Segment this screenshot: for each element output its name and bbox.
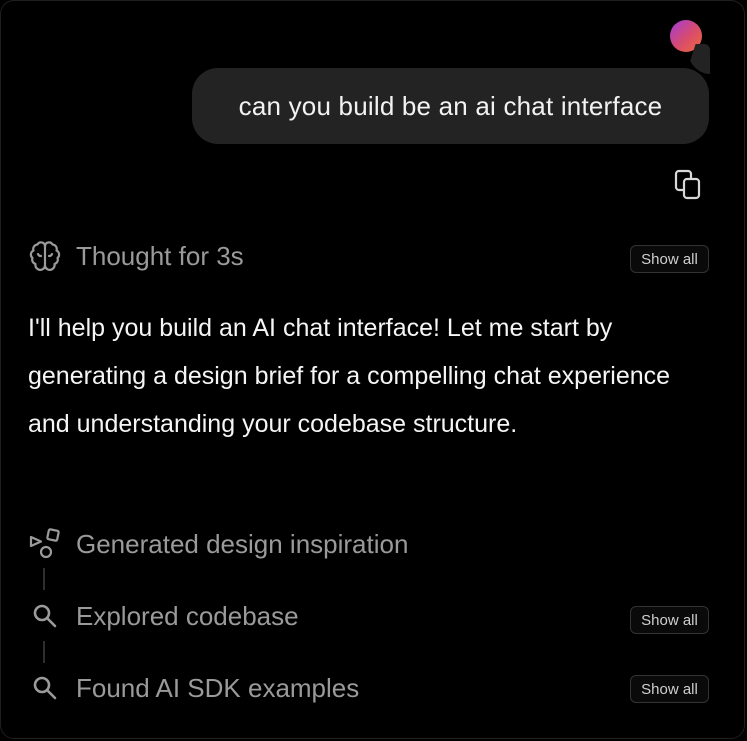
step-explored-codebase[interactable]: Explored codebase (28, 599, 299, 633)
step-connector (43, 568, 45, 590)
copy-icon (674, 169, 701, 200)
search-icon (28, 671, 62, 705)
user-message-bubble: can you build be an ai chat interface (192, 68, 709, 144)
explored-show-all-button[interactable]: Show all (630, 606, 709, 634)
assistant-message-text: I'll help you build an AI chat interface… (28, 314, 671, 438)
step-label: Found AI SDK examples (76, 672, 360, 703)
search-icon (28, 599, 62, 633)
step-label: Explored codebase (76, 600, 299, 631)
step-connector (43, 641, 45, 663)
step-label: Generated design inspiration (76, 528, 409, 559)
copy-button[interactable] (672, 168, 704, 200)
thought-show-all-button[interactable]: Show all (630, 245, 709, 273)
sdk-show-all-button[interactable]: Show all (630, 675, 709, 703)
brain-icon (28, 239, 62, 273)
step-found-sdk-examples[interactable]: Found AI SDK examples (28, 671, 359, 705)
step-design-inspiration[interactable]: Generated design inspiration (28, 527, 408, 561)
user-message-text: can you build be an ai chat interface (238, 90, 663, 121)
thought-row[interactable]: Thought for 3s (28, 239, 244, 273)
shapes-icon (28, 527, 62, 561)
thought-label: Thought for 3s (76, 240, 244, 271)
